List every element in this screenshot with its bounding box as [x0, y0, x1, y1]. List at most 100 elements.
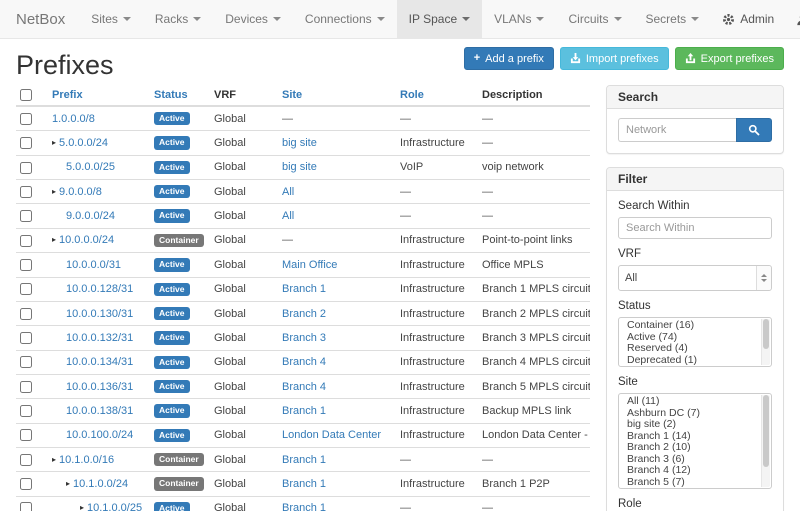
- export-prefixes-button[interactable]: Export prefixes: [675, 47, 784, 70]
- nav-user-profile[interactable]: Profile: [785, 0, 800, 38]
- site-filter-list[interactable]: All (11)Ashburn DC (7)big site (2)Branch…: [618, 393, 772, 489]
- prefix-link[interactable]: 10.0.0.132/31: [66, 332, 133, 344]
- prefix-link[interactable]: 10.0.0.134/31: [66, 356, 133, 368]
- chevron-down-icon: [462, 17, 470, 21]
- row-checkbox[interactable]: [20, 186, 32, 198]
- scrollbar[interactable]: [761, 319, 770, 365]
- row-checkbox[interactable]: [20, 454, 32, 466]
- site-link[interactable]: Main Office: [282, 259, 337, 271]
- site-link[interactable]: All: [282, 186, 294, 198]
- row-checkbox[interactable]: [20, 259, 32, 271]
- prefix-link[interactable]: 10.0.0.0/31: [66, 259, 121, 271]
- row-checkbox[interactable]: [20, 162, 32, 174]
- filter-option[interactable]: Reserved (4): [619, 343, 771, 355]
- nav-item-secrets[interactable]: Secrets: [634, 0, 712, 38]
- col-header-status[interactable]: Status: [148, 85, 208, 106]
- site-link[interactable]: Branch 3: [282, 332, 326, 344]
- prefix-link[interactable]: 10.0.100.0/24: [66, 429, 133, 441]
- row-checkbox[interactable]: [20, 308, 32, 320]
- site-link[interactable]: Branch 2: [282, 308, 326, 320]
- nav-item-racks[interactable]: Racks: [143, 0, 213, 38]
- prefix-link[interactable]: 10.0.0.138/31: [66, 405, 133, 417]
- col-header-prefix-link[interactable]: Prefix: [52, 89, 83, 101]
- site-link[interactable]: London Data Center: [282, 429, 381, 441]
- row-checkbox[interactable]: [20, 235, 32, 247]
- prefix-cell: 10.0.0.132/31: [46, 326, 148, 350]
- site-link[interactable]: Branch 4: [282, 356, 326, 368]
- search-within-input[interactable]: [618, 217, 772, 239]
- nav-item-ip-space[interactable]: IP Space: [397, 0, 482, 38]
- nav-item-devices[interactable]: Devices: [213, 0, 293, 38]
- prefix-link[interactable]: 10.1.0.0/24: [73, 478, 128, 490]
- col-header-vrf: VRF: [208, 85, 276, 106]
- role-cell: Infrastructure: [394, 472, 476, 496]
- row-checkbox[interactable]: [20, 381, 32, 393]
- col-header-status-link[interactable]: Status: [154, 89, 188, 101]
- nav-item-circuits[interactable]: Circuits: [556, 0, 633, 38]
- nav-user-admin[interactable]: Admin: [711, 0, 785, 38]
- filter-option[interactable]: COLO-1-24 (3): [619, 488, 771, 489]
- prefix-link[interactable]: 10.0.0.0/24: [59, 234, 114, 246]
- site-link[interactable]: big site: [282, 161, 317, 173]
- col-header-role-link[interactable]: Role: [400, 89, 424, 101]
- role-cell: Infrastructure: [394, 350, 476, 374]
- nav-item-vlans[interactable]: VLANs: [482, 0, 556, 38]
- prefix-link[interactable]: 1.0.0.0/8: [52, 113, 95, 125]
- col-header-site[interactable]: Site: [276, 85, 394, 106]
- col-header-prefix[interactable]: Prefix: [46, 85, 148, 106]
- filter-option[interactable]: Branch 2 (10): [619, 442, 771, 454]
- prefix-link[interactable]: 10.0.0.130/31: [66, 308, 133, 320]
- col-header-site-link[interactable]: Site: [282, 89, 302, 101]
- filter-option[interactable]: All (11): [619, 396, 771, 408]
- prefix-link[interactable]: 10.1.0.0/25: [87, 502, 142, 511]
- row-checkbox[interactable]: [20, 356, 32, 368]
- row-checkbox[interactable]: [20, 478, 32, 490]
- row-checkbox[interactable]: [20, 137, 32, 149]
- prefix-link[interactable]: 5.0.0.0/25: [66, 161, 115, 173]
- site-link[interactable]: All: [282, 210, 294, 222]
- brand-logo[interactable]: NetBox: [0, 0, 79, 38]
- status-cell: Active: [148, 496, 208, 511]
- empty-dash: —: [482, 113, 493, 125]
- empty-dash: —: [282, 113, 293, 125]
- role-cell: Infrastructure: [394, 399, 476, 423]
- nav-item-connections[interactable]: Connections: [293, 0, 397, 38]
- row-checkbox[interactable]: [20, 283, 32, 295]
- add-prefix-button[interactable]: + Add a prefix: [464, 47, 554, 70]
- site-link[interactable]: Branch 1: [282, 283, 326, 295]
- prefix-link[interactable]: 10.0.0.128/31: [66, 283, 133, 295]
- site-link[interactable]: Branch 1: [282, 478, 326, 490]
- prefix-link[interactable]: 9.0.0.0/8: [59, 186, 102, 198]
- vrf-select[interactable]: All: [618, 265, 772, 291]
- prefix-link[interactable]: 5.0.0.0/24: [59, 137, 108, 149]
- site-link[interactable]: Branch 1: [282, 502, 326, 511]
- site-link[interactable]: Branch 1: [282, 454, 326, 466]
- select-all-checkbox[interactable]: [20, 89, 32, 101]
- scrollbar[interactable]: [761, 395, 770, 487]
- row-checkbox[interactable]: [20, 405, 32, 417]
- search-button[interactable]: [736, 118, 772, 142]
- filter-option[interactable]: big site (2): [619, 419, 771, 431]
- row-checkbox[interactable]: [20, 210, 32, 222]
- site-link[interactable]: Branch 1: [282, 405, 326, 417]
- filter-option[interactable]: Branch 4 (12): [619, 465, 771, 477]
- import-icon: [570, 53, 581, 64]
- site-link[interactable]: Branch 4: [282, 381, 326, 393]
- nav-item-sites[interactable]: Sites: [79, 0, 143, 38]
- row-checkbox[interactable]: [20, 332, 32, 344]
- filter-option[interactable]: Container (16): [619, 320, 771, 332]
- row-checkbox[interactable]: [20, 429, 32, 441]
- chevron-down-icon: [377, 17, 385, 21]
- status-cell: Active: [148, 204, 208, 228]
- row-checkbox[interactable]: [20, 502, 32, 511]
- filter-option[interactable]: Deprecated (1): [619, 355, 771, 367]
- col-header-role[interactable]: Role: [394, 85, 476, 106]
- import-prefixes-button[interactable]: Import prefixes: [560, 47, 669, 70]
- row-checkbox[interactable]: [20, 113, 32, 125]
- search-input[interactable]: [618, 118, 736, 142]
- status-filter-list[interactable]: Container (16)Active (74)Reserved (4)Dep…: [618, 317, 772, 367]
- prefix-link[interactable]: 9.0.0.0/24: [66, 210, 115, 222]
- site-link[interactable]: big site: [282, 137, 317, 149]
- prefix-link[interactable]: 10.0.0.136/31: [66, 381, 133, 393]
- prefix-link[interactable]: 10.1.0.0/16: [59, 454, 114, 466]
